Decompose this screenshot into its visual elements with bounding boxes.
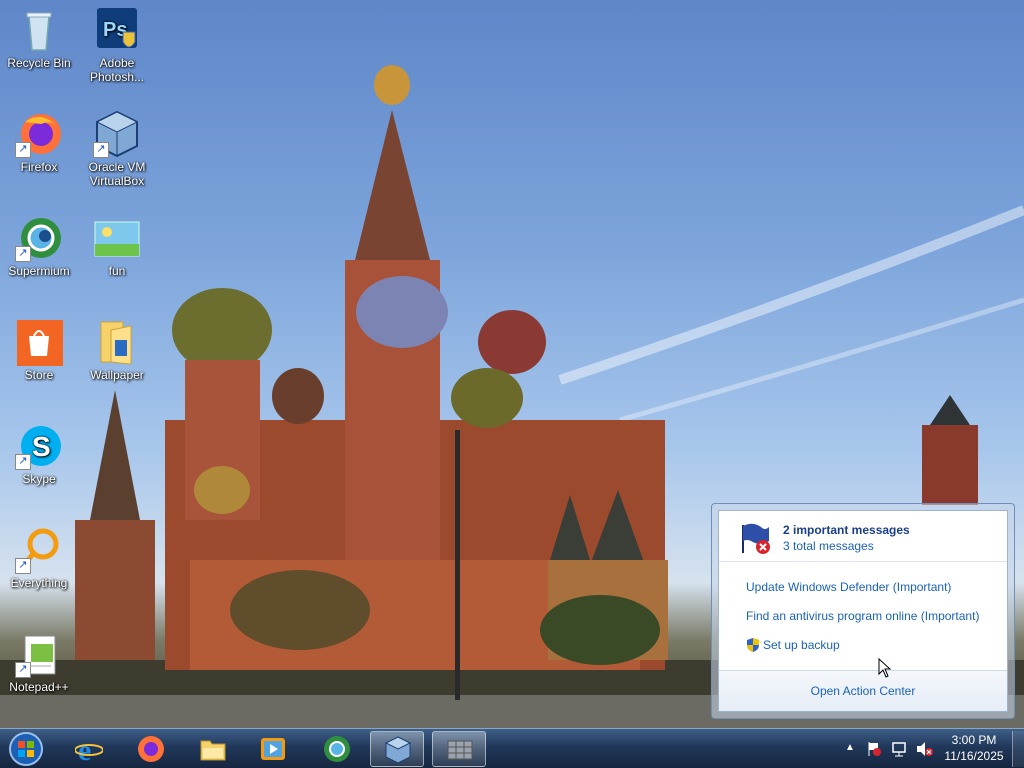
find-antivirus-link[interactable]: Find an antivirus program online (Import… — [746, 609, 979, 623]
supermium-shortcut[interactable]: ↗ Supermium — [3, 214, 75, 278]
virtualbox-taskbar-button[interactable] — [370, 731, 424, 767]
supermium-taskbar-button[interactable] — [310, 731, 364, 767]
shortcut-arrow-icon: ↗ — [15, 558, 31, 574]
show-hidden-icons-button[interactable]: ▲ — [845, 742, 855, 753]
icon-label: Firefox — [20, 160, 58, 174]
shield-icon — [745, 637, 761, 653]
icon-label: Everything — [10, 576, 68, 590]
everything-shortcut[interactable]: ↗ Everything — [3, 526, 75, 590]
internet-explorer-taskbar-button[interactable]: e — [62, 731, 116, 767]
icon-label: Supermium — [8, 264, 70, 278]
photoshop-shortcut[interactable]: Ps Adobe Photosh... — [81, 6, 153, 84]
clock-time: 3:00 PM — [951, 733, 997, 747]
open-action-center-link[interactable]: Open Action Center — [719, 670, 1007, 711]
icon-label: Notepad++ — [9, 680, 69, 694]
action-center-header: 2 important messages 3 total messages — [719, 511, 1007, 562]
firefox-icon: ↗ — [15, 110, 63, 158]
store-bag-icon — [15, 318, 63, 366]
recycle-bin-icon — [15, 6, 63, 54]
icon-label: Oracle VM — [88, 160, 146, 174]
firefox-taskbar-button[interactable] — [124, 731, 178, 767]
icon-label: Recycle Bin — [7, 56, 71, 70]
recycle-bin-shortcut[interactable]: Recycle Bin — [3, 6, 75, 70]
shortcut-arrow-icon: ↗ — [15, 454, 31, 470]
app-window-icon — [446, 736, 474, 764]
search-magnifier-icon: ↗ — [15, 526, 63, 574]
network-icon[interactable] — [891, 741, 907, 757]
notepadpp-shortcut[interactable]: ↗ Notepad++ — [3, 630, 75, 694]
virtualbox-icon — [384, 736, 412, 764]
icon-label: Adobe — [99, 56, 135, 70]
icon-label: fun — [108, 264, 126, 278]
app-taskbar-button[interactable] — [432, 731, 486, 767]
store-shortcut[interactable]: Store — [3, 318, 75, 382]
action-center-flag-icon[interactable] — [866, 741, 882, 757]
virtualbox-icon: ↗ — [93, 110, 141, 158]
mouse-cursor-icon — [878, 657, 892, 678]
file-explorer-taskbar-button[interactable] — [186, 731, 240, 767]
shortcut-arrow-icon: ↗ — [15, 662, 31, 678]
start-button[interactable] — [6, 731, 46, 767]
flag-warning-icon — [739, 521, 773, 555]
clock[interactable]: 3:00 PM 11/16/2025 — [934, 732, 1014, 764]
svg-text:e: e — [78, 735, 91, 763]
image-file-icon — [93, 214, 141, 262]
icon-label: Store — [24, 368, 54, 382]
media-player-icon — [259, 735, 287, 763]
photoshop-icon: Ps — [93, 6, 141, 54]
firefox-icon — [137, 735, 165, 763]
skype-shortcut[interactable]: S ↗ Skype — [3, 422, 75, 486]
firefox-shortcut[interactable]: ↗ Firefox — [3, 110, 75, 174]
folder-icon — [93, 318, 141, 366]
shortcut-arrow-icon: ↗ — [15, 142, 31, 158]
icon-label-line2: VirtualBox — [89, 174, 145, 188]
virtualbox-shortcut[interactable]: ↗ Oracle VM VirtualBox — [81, 110, 153, 188]
supermium-icon: ↗ — [15, 214, 63, 262]
fun-shortcut[interactable]: fun — [81, 214, 153, 278]
wallpaper-folder-shortcut[interactable]: Wallpaper — [81, 318, 153, 382]
supermium-icon — [323, 735, 351, 763]
important-messages-title[interactable]: 2 important messages — [783, 523, 910, 537]
update-defender-link[interactable]: Update Windows Defender (Important) — [746, 580, 951, 594]
clock-date: 11/16/2025 — [944, 749, 1004, 763]
volume-muted-icon[interactable] — [915, 741, 933, 757]
icon-label: Wallpaper — [90, 368, 144, 382]
set-up-backup-link[interactable]: Set up backup — [763, 638, 840, 652]
shortcut-arrow-icon: ↗ — [15, 246, 31, 262]
action-center-popup: 2 important messages 3 total messages Up… — [711, 503, 1015, 719]
internet-explorer-icon: e — [74, 734, 104, 767]
shortcut-arrow-icon: ↗ — [93, 142, 109, 158]
icon-label-line2: Photosh... — [89, 70, 145, 84]
skype-icon: S ↗ — [15, 422, 63, 470]
folder-icon — [199, 735, 227, 763]
total-messages-link[interactable]: 3 total messages — [783, 539, 874, 553]
notepadpp-icon: ↗ — [15, 630, 63, 678]
svg-text:S: S — [32, 431, 51, 462]
icon-label: Skype — [22, 472, 56, 486]
taskbar: e ▲ — [0, 728, 1024, 768]
media-player-taskbar-button[interactable] — [246, 731, 300, 767]
action-center-panel: 2 important messages 3 total messages Up… — [718, 510, 1008, 712]
